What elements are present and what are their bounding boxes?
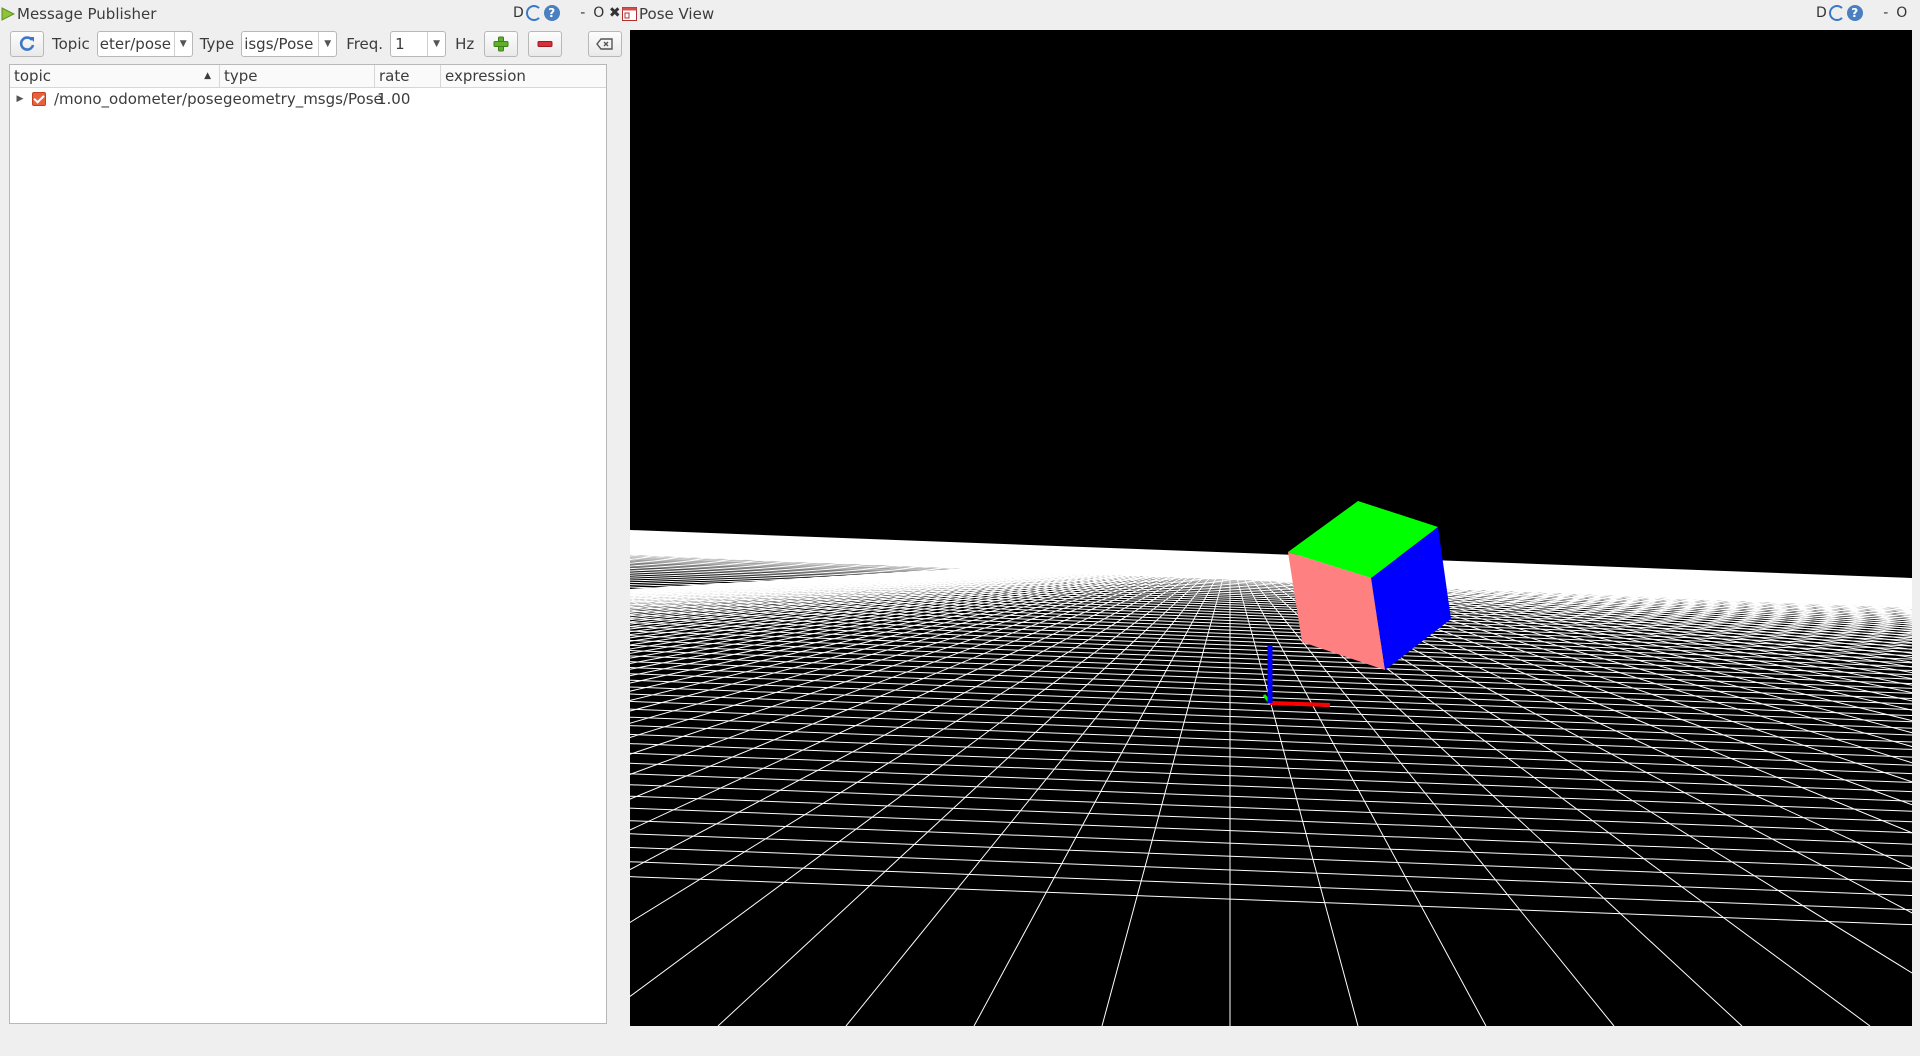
remove-publisher-button[interactable] bbox=[528, 31, 563, 57]
message-publisher-dock: Message Publisher D ? - O ✖ Topic eter/p… bbox=[0, 0, 623, 1030]
minimize-button[interactable]: - bbox=[576, 4, 590, 22]
chevron-down-icon[interactable]: ▼ bbox=[318, 32, 336, 56]
pose-view-title: Pose View bbox=[639, 5, 715, 23]
grid-line bbox=[630, 565, 1015, 592]
type-label: Type bbox=[199, 35, 235, 53]
message-publisher-title: Message Publisher bbox=[17, 5, 157, 23]
status-bar bbox=[0, 1036, 1920, 1056]
reload-icon[interactable] bbox=[1828, 5, 1845, 21]
topic-combo-value: eter/pose bbox=[99, 35, 172, 53]
ground-grid bbox=[630, 530, 1912, 1026]
axis-x bbox=[1269, 701, 1331, 707]
grid-line bbox=[630, 876, 1912, 926]
chevron-down-icon[interactable]: ▼ bbox=[427, 32, 445, 56]
add-publisher-button[interactable] bbox=[484, 31, 519, 57]
freq-combo[interactable]: 1 ▼ bbox=[390, 31, 447, 57]
grid-line bbox=[630, 565, 1132, 639]
topic-combo[interactable]: eter/pose ▼ bbox=[96, 31, 193, 57]
row-rate: 1.00 bbox=[377, 90, 411, 108]
window-icon bbox=[622, 7, 637, 21]
grid-line bbox=[630, 565, 1136, 642]
clear-icon bbox=[596, 38, 613, 50]
hz-label: Hz bbox=[455, 35, 475, 53]
dock-d-button[interactable]: D bbox=[1816, 4, 1827, 22]
grid-line bbox=[845, 566, 1220, 1026]
grid-line bbox=[630, 807, 1912, 857]
grid-line bbox=[630, 784, 1912, 834]
grid-line bbox=[630, 565, 1140, 646]
float-button[interactable]: O bbox=[592, 4, 606, 22]
publisher-tree[interactable]: topic ▲ type rate expression ▶ /mono_odo… bbox=[9, 64, 607, 1024]
grid-line bbox=[630, 565, 1011, 592]
help-button[interactable]: ? bbox=[1846, 5, 1863, 21]
float-button[interactable]: O bbox=[1895, 4, 1909, 22]
grid-line bbox=[630, 861, 1912, 911]
enable-checkbox[interactable] bbox=[32, 92, 46, 106]
refresh-button[interactable] bbox=[10, 31, 44, 57]
column-header-rate[interactable]: rate bbox=[375, 65, 441, 87]
column-header-topic[interactable]: topic ▲ bbox=[10, 65, 220, 87]
dock-d-button[interactable]: D bbox=[513, 4, 524, 22]
plus-icon bbox=[493, 36, 509, 52]
grid-line bbox=[630, 565, 1128, 636]
tree-header: topic ▲ type rate expression bbox=[10, 65, 606, 88]
type-combo[interactable]: isgs/Pose ▼ bbox=[241, 31, 338, 57]
minimize-button[interactable]: - bbox=[1879, 4, 1893, 22]
pose-view-dock: Pose View D ? - O bbox=[620, 0, 1920, 1030]
freq-combo-value: 1 bbox=[395, 35, 405, 53]
clear-button[interactable] bbox=[588, 31, 623, 57]
help-button[interactable]: ? bbox=[543, 5, 560, 21]
table-row[interactable]: ▶ /mono_odometer/pose geometry_msgs/Pose… bbox=[10, 88, 606, 110]
grid-line bbox=[630, 752, 1912, 802]
chevron-down-icon[interactable]: ▼ bbox=[173, 32, 192, 56]
play-icon bbox=[1, 7, 15, 21]
topic-label: Topic bbox=[52, 35, 90, 53]
publisher-toolbar: Topic eter/pose ▼ Type isgs/Pose ▼ Freq.… bbox=[10, 31, 623, 57]
row-topic: /mono_odometer/pose bbox=[54, 90, 223, 108]
grid-line bbox=[630, 773, 1912, 823]
pose-scene[interactable] bbox=[630, 30, 1912, 1026]
freq-label: Freq. bbox=[346, 35, 384, 53]
pose-view-titlebar[interactable]: Pose View bbox=[620, 0, 1920, 28]
reload-icon[interactable] bbox=[525, 5, 542, 21]
expand-arrow-icon[interactable]: ▶ bbox=[10, 94, 30, 104]
refresh-icon bbox=[19, 36, 35, 51]
3d-viewport[interactable] bbox=[630, 30, 1912, 1026]
grid-line bbox=[630, 833, 1912, 883]
grid-line bbox=[630, 820, 1912, 870]
sort-ascending-icon: ▲ bbox=[204, 71, 211, 81]
row-type: geometry_msgs/Pose bbox=[223, 90, 383, 108]
column-header-expression[interactable]: expression bbox=[441, 65, 606, 87]
type-combo-value: isgs/Pose bbox=[244, 35, 314, 53]
grid-line bbox=[973, 566, 1223, 1026]
minus-icon bbox=[537, 41, 553, 47]
grid-line bbox=[1101, 566, 1227, 1026]
column-header-type[interactable]: type bbox=[220, 65, 375, 87]
